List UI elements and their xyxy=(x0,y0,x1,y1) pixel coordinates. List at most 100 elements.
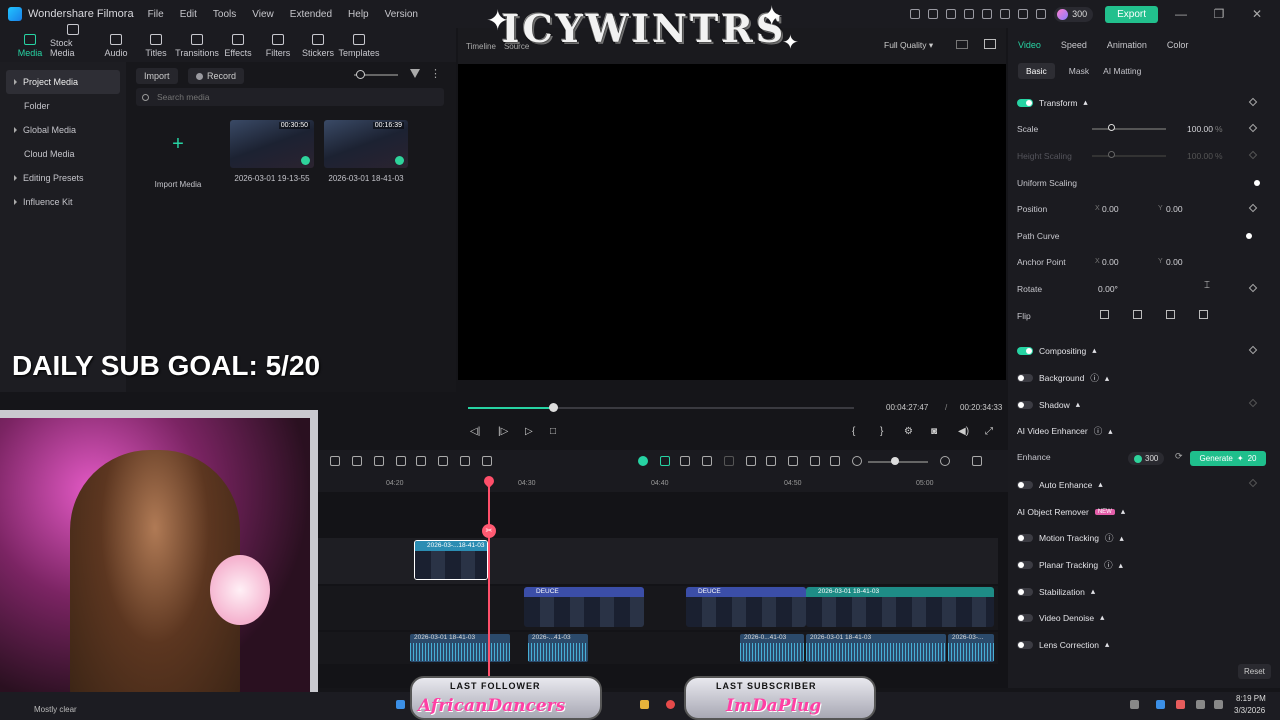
sidebar-item-cloud-media[interactable]: Cloud Media xyxy=(0,142,126,166)
media-tile[interactable]: 00:16:39 2026-03-01 18-41-03 xyxy=(324,120,408,183)
play-reverse-icon[interactable]: |▷ xyxy=(498,426,508,437)
preview-canvas[interactable] xyxy=(458,64,1006,380)
snapshot-icon[interactable] xyxy=(984,39,996,49)
send-icon[interactable] xyxy=(928,9,939,19)
motion-tracking-toggle[interactable] xyxy=(1017,534,1033,542)
lens-correction-toggle[interactable] xyxy=(1017,640,1033,649)
color-icon[interactable] xyxy=(460,456,470,466)
background-section[interactable]: Background ⓘ ▴ xyxy=(1017,372,1109,384)
menu-version[interactable]: Version xyxy=(385,9,418,20)
lightbulb-icon[interactable] xyxy=(1000,9,1011,19)
subtab-basic[interactable]: Basic xyxy=(1018,63,1055,79)
zoom-in-icon[interactable] xyxy=(940,456,950,466)
tab-templates[interactable]: Templates xyxy=(338,34,380,62)
select-tool-icon[interactable] xyxy=(330,456,340,466)
headset-icon[interactable] xyxy=(1018,9,1029,19)
slider-handle[interactable] xyxy=(1108,124,1115,131)
menu-file[interactable]: File xyxy=(148,9,164,20)
quality-dropdown[interactable]: Full Quality ▾ xyxy=(884,40,933,51)
mark-in-icon[interactable]: { xyxy=(852,426,855,437)
shadow-section[interactable]: Shadow ▴ xyxy=(1017,399,1080,410)
search-input[interactable] xyxy=(157,92,437,102)
flip-vertical-icon[interactable] xyxy=(1100,310,1109,319)
tab-media[interactable]: Media xyxy=(10,34,50,62)
menu-edit[interactable]: Edit xyxy=(180,9,197,20)
compositing-section[interactable]: Compositing ▴ xyxy=(1017,345,1097,356)
transform-section[interactable]: Transform ▴ xyxy=(1017,97,1088,108)
camera-icon[interactable]: ◙ xyxy=(931,426,937,437)
audio-clip[interactable]: 2026-03-... xyxy=(948,634,994,662)
ai-object-remover-section[interactable]: AI Object Remover NEW ▴ xyxy=(1017,506,1125,517)
planar-tracking-toggle[interactable] xyxy=(1017,561,1033,569)
opera-icon[interactable] xyxy=(666,700,675,709)
rotate-left-icon[interactable] xyxy=(1166,310,1175,319)
magnet-icon[interactable] xyxy=(680,456,690,466)
speaker-icon[interactable] xyxy=(1214,700,1223,709)
video-clip[interactable]: DEUCE xyxy=(524,587,644,627)
generate-button[interactable]: Generate ✦ 20 xyxy=(1190,451,1266,466)
video-denoise-toggle[interactable] xyxy=(1017,613,1033,622)
search-box[interactable] xyxy=(136,88,444,106)
ripple-icon[interactable] xyxy=(724,456,734,466)
menu-help[interactable]: Help xyxy=(348,9,369,20)
anchor-y[interactable]: 0.00 xyxy=(1166,257,1183,267)
subtab-mask[interactable]: Mask xyxy=(1069,66,1089,79)
ai-video-enhancer-section[interactable]: AI Video Enhancer ⓘ ▴ xyxy=(1017,425,1113,437)
tab-transitions[interactable]: Transitions xyxy=(175,34,219,62)
trim-icon[interactable] xyxy=(416,456,426,466)
audio-clip[interactable]: 2026-...41-03 xyxy=(528,634,588,662)
tab-speed[interactable]: Speed xyxy=(1061,40,1087,50)
link-icon[interactable] xyxy=(702,456,712,466)
layout-icon[interactable] xyxy=(956,40,968,49)
background-toggle[interactable] xyxy=(1017,374,1033,382)
scale-slider[interactable] xyxy=(1092,128,1166,130)
refresh-icon[interactable]: ⟳ xyxy=(1175,451,1183,462)
compositing-toggle[interactable] xyxy=(1017,346,1033,355)
speed-icon[interactable] xyxy=(438,456,448,466)
snap-icon[interactable] xyxy=(660,456,670,466)
position-x[interactable]: 0.00 xyxy=(1102,204,1119,214)
pip-icon[interactable] xyxy=(830,456,840,466)
motion-tracking-section[interactable]: Motion Tracking ⓘ ▴ xyxy=(1017,532,1124,544)
sidebar-item-global-media[interactable]: Global Media xyxy=(0,118,126,142)
split-icon[interactable] xyxy=(374,456,384,466)
tab-titles[interactable]: Titles xyxy=(136,34,176,62)
tab-video[interactable]: Video xyxy=(1018,40,1041,50)
import-media-tile[interactable]: + xyxy=(136,120,220,168)
audio-clip[interactable]: 2026-0...41-03 xyxy=(740,634,804,662)
edge-icon[interactable] xyxy=(1156,700,1165,709)
fullscreen-icon[interactable]: ⤢ xyxy=(985,426,993,437)
menu-view[interactable]: View xyxy=(252,9,274,20)
menu-tools[interactable]: Tools xyxy=(213,9,236,20)
clock-date[interactable]: 3/3/2026 xyxy=(1234,706,1265,715)
captions-icon[interactable] xyxy=(810,456,820,466)
more-icon[interactable]: ⋮ xyxy=(430,67,441,80)
tab-stickers[interactable]: Stickers xyxy=(298,34,338,62)
clock-time[interactable]: 8:19 PM xyxy=(1236,694,1266,703)
marker-icon[interactable] xyxy=(746,456,756,466)
microphone-tray-icon[interactable] xyxy=(1176,700,1185,709)
split-scissors-icon[interactable]: ✂ xyxy=(482,524,496,538)
stabilization-section[interactable]: Stabilization ▴ xyxy=(1017,586,1095,597)
scale-value[interactable]: 100.00 xyxy=(1187,124,1213,134)
maximize-icon[interactable]: ❐ xyxy=(1204,7,1234,21)
weather-label[interactable]: Mostly clear xyxy=(34,705,77,714)
planar-tracking-section[interactable]: Planar Tracking ⓘ ▴ xyxy=(1017,559,1123,571)
monitor-icon[interactable] xyxy=(964,9,975,19)
stabilization-toggle[interactable] xyxy=(1017,587,1033,596)
tab-audio[interactable]: Audio xyxy=(96,34,136,62)
selected-video-clip[interactable]: 2026-03-...18-41-03 xyxy=(414,540,488,580)
windows-start-icon[interactable] xyxy=(396,700,405,709)
audio-clip[interactable]: 2026-03-01 18-41-03 xyxy=(806,634,946,662)
menu-extended[interactable]: Extended xyxy=(290,9,332,20)
notification-icon[interactable] xyxy=(1036,9,1047,19)
prev-frame-icon[interactable]: ◁| xyxy=(470,426,480,437)
microphone-icon[interactable] xyxy=(766,456,776,466)
grid-icon[interactable] xyxy=(972,456,982,466)
media-tile[interactable]: 00:30:50 2026-03-01 19-13-55 xyxy=(230,120,314,183)
reset-button[interactable]: Reset xyxy=(1238,664,1271,679)
tray-chevron-icon[interactable] xyxy=(1130,700,1139,709)
ai-tool-icon[interactable] xyxy=(482,456,492,466)
render-preview-icon[interactable] xyxy=(638,456,648,466)
export-button[interactable]: Export xyxy=(1105,5,1158,23)
